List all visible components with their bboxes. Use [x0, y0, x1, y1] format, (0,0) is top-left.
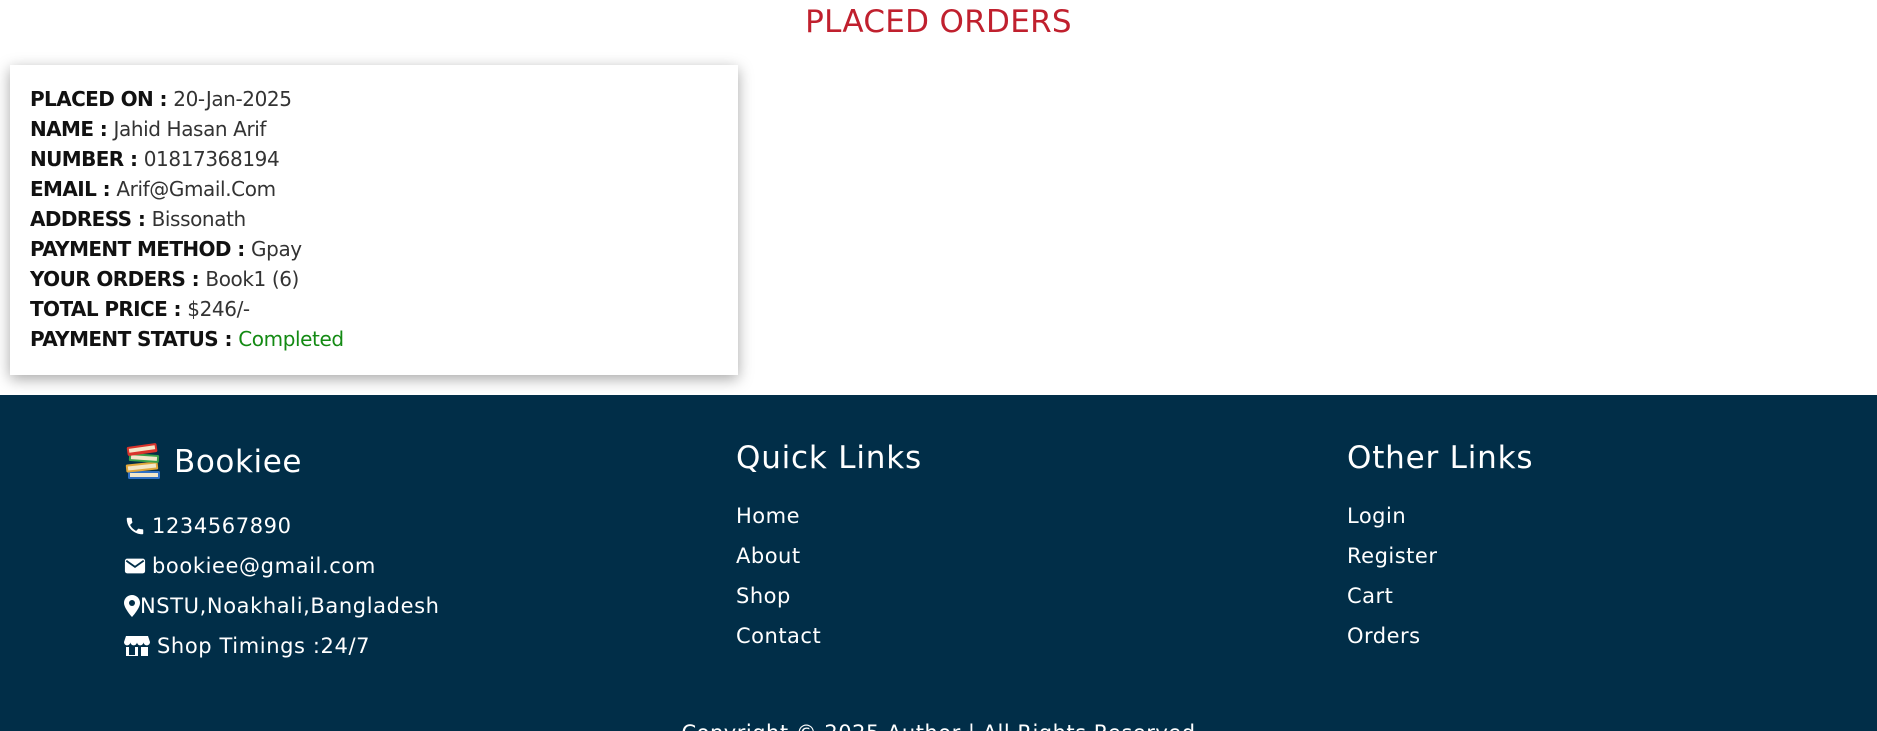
payment-method-value: Gpay [251, 237, 302, 261]
your-orders-label: YOUR ORDERS : [30, 267, 200, 291]
contact-phone[interactable]: 1234567890 [124, 512, 292, 540]
payment-status-label: PAYMENT STATUS : [30, 327, 232, 351]
store-icon [124, 636, 150, 656]
contact-address-text: NSTU,Noakhali,Bangladesh [140, 594, 440, 618]
page-title: PLACED ORDERS [805, 4, 1072, 40]
number-label: NUMBER : [30, 147, 138, 171]
payment-status-value: Completed [238, 327, 344, 351]
site-footer: Bookiee 1234567890 bookiee@gmail.com NST… [0, 395, 1877, 731]
quick-link-contact[interactable]: Contact [736, 622, 821, 650]
number-value: 01817368194 [143, 147, 280, 171]
brand-name: Bookiee [174, 444, 303, 480]
address-value: Bissonath [151, 207, 247, 231]
number-row: NUMBER : 01817368194 [30, 144, 718, 174]
total-price-label: TOTAL PRICE : [30, 297, 182, 321]
quick-link-home[interactable]: Home [736, 502, 800, 530]
email-row: EMAIL : Arif@Gmail.Com [30, 174, 718, 204]
other-links-title: Other Links [1347, 440, 1534, 476]
name-row: NAME : Jahid Hasan Arif [30, 114, 718, 144]
books-icon [125, 443, 160, 479]
your-orders-value: Book1 (6) [205, 267, 299, 291]
other-link-login[interactable]: Login [1347, 502, 1406, 530]
placed-on-label: PLACED ON : [30, 87, 167, 111]
other-link-register[interactable]: Register [1347, 542, 1437, 570]
contact-email[interactable]: bookiee@gmail.com [124, 552, 376, 580]
copyright-text: Copyright © 2025 Author | All Rights Res… [0, 719, 1877, 731]
contact-timings-text: Shop Timings :24/7 [157, 634, 371, 658]
name-value: Jahid Hasan Arif [113, 117, 267, 141]
contact-timings[interactable]: Shop Timings :24/7 [124, 632, 370, 660]
your-orders-row: YOUR ORDERS : Book1 (6) [30, 264, 718, 294]
payment-method-label: PAYMENT METHOD : [30, 237, 245, 261]
order-card: PLACED ON : 20-Jan-2025 NAME : Jahid Has… [10, 65, 738, 375]
address-label: ADDRESS : [30, 207, 146, 231]
contact-email-text: bookiee@gmail.com [152, 554, 376, 578]
quick-links-title: Quick Links [736, 440, 922, 476]
total-price-row: TOTAL PRICE : $246/- [30, 294, 718, 324]
contact-phone-text: 1234567890 [152, 514, 292, 538]
envelope-icon [124, 558, 146, 574]
map-pin-icon [124, 595, 140, 617]
address-row: ADDRESS : Bissonath [30, 204, 718, 234]
placed-on-value: 20-Jan-2025 [173, 87, 292, 111]
other-link-cart[interactable]: Cart [1347, 582, 1393, 610]
phone-icon [126, 517, 144, 535]
payment-method-row: PAYMENT METHOD : Gpay [30, 234, 718, 264]
other-link-orders[interactable]: Orders [1347, 622, 1421, 650]
email-label: EMAIL : [30, 177, 111, 201]
quick-link-about[interactable]: About [736, 542, 801, 570]
placed-on-row: PLACED ON : 20-Jan-2025 [30, 84, 718, 114]
total-price-value: $246/- [187, 297, 250, 321]
name-label: NAME : [30, 117, 108, 141]
contact-address[interactable]: NSTU,Noakhali,Bangladesh [124, 592, 440, 620]
payment-status-row: PAYMENT STATUS : Completed [30, 324, 718, 354]
quick-link-shop[interactable]: Shop [736, 582, 791, 610]
email-value: Arif@Gmail.Com [116, 177, 276, 201]
footer-brand[interactable]: Bookiee [124, 442, 302, 482]
